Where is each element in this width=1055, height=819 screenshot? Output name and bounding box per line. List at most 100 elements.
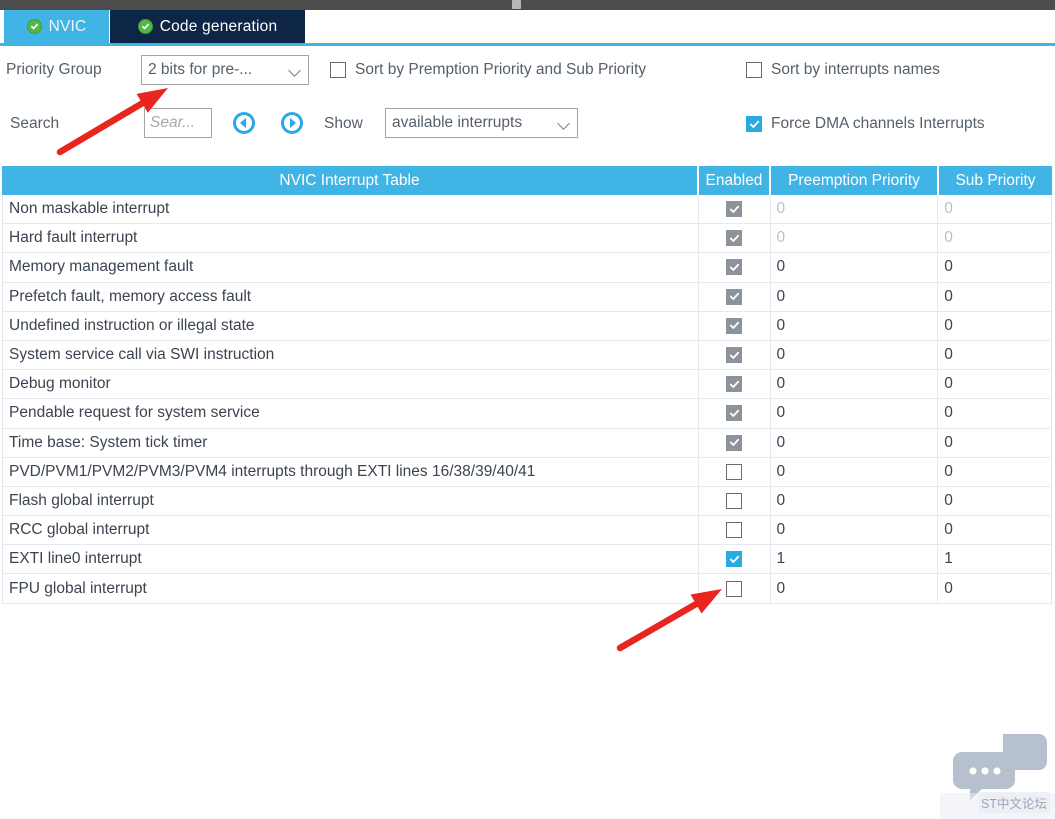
table-body: Non maskable interrupt 0 0 Hard fault inter… [2,195,1052,604]
column-header-enabled[interactable]: Enabled [699,166,771,195]
row-preemption-priority[interactable]: 0 [771,282,939,311]
row-interrupt-name: Pendable request for system service [3,399,699,428]
checkbox-box-icon [726,492,743,509]
row-sub-priority[interactable]: 0 [938,399,1051,427]
chevron-down-icon [558,119,571,127]
row-sub-priority[interactable]: 0 [938,429,1051,457]
sort-by-preemption-label: Sort by Premption Priority and Sub Prior… [355,61,647,78]
row-sub-priority[interactable]: 0 [938,574,1051,602]
tab-nvic-label: NVIC [48,17,87,35]
row-preemption-priority[interactable]: 1 [770,545,939,574]
row-sub-priority[interactable]: 0 [938,341,1051,369]
tab-code-generation-label: Code generation [159,17,278,35]
row-preemption-priority[interactable]: 0 [771,428,939,457]
chevron-right-circle-icon [284,115,300,131]
checkbox-box-icon [746,62,762,78]
sort-by-preemption-checkbox[interactable]: Sort by Premption Priority and Sub Prior… [330,61,646,79]
table-row[interactable]: FPU global interrupt 0 0 [3,574,1051,604]
table-row[interactable]: Prefetch fault, memory access fault 0 0 [3,282,1051,312]
search-prev-button[interactable] [233,112,255,134]
row-preemption-priority[interactable]: 0 [771,195,939,224]
row-preemption-priority[interactable]: 0 [771,457,939,486]
table-header-row: NVIC Interrupt Table Enabled Preemption … [2,166,1052,195]
checkbox-box-icon [726,201,743,218]
column-header-name[interactable]: NVIC Interrupt Table [2,166,699,195]
watermark-text: ST中文论坛 [978,792,1050,813]
checkbox-box-icon [726,230,743,247]
checkbox-box-icon [726,259,743,276]
row-sub-priority[interactable]: 0 [938,458,1051,486]
row-enabled-checkbox[interactable] [699,428,771,457]
search-next-button[interactable] [281,112,303,134]
row-enabled-checkbox[interactable] [699,370,771,399]
column-header-preemption-priority[interactable]: Preemption Priority [771,166,939,195]
table-row[interactable]: Non maskable interrupt 0 0 [3,195,1051,225]
row-sub-priority[interactable]: 0 [938,224,1051,252]
priority-group-select[interactable]: 2 bits for pre-... [141,55,309,85]
row-interrupt-name: Memory management fault [3,253,699,282]
row-preemption-priority[interactable]: 0 [771,253,939,282]
row-interrupt-name: Flash global interrupt [3,486,699,516]
row-interrupt-name: Hard fault interrupt [3,224,699,253]
row-sub-priority[interactable]: 1 [938,545,1051,574]
priority-group-value: 2 bits for pre-... [148,61,253,78]
row-enabled-checkbox[interactable] [699,486,771,516]
check-circle-icon [26,19,42,34]
table-row[interactable]: Hard fault interrupt 0 0 [3,224,1051,254]
table-row[interactable]: Time base: System tick timer 0 0 [3,428,1051,458]
tab-code-generation[interactable]: Code generation [110,10,305,43]
row-interrupt-name: FPU global interrupt [3,574,699,603]
row-enabled-checkbox[interactable] [699,340,771,370]
row-enabled-checkbox[interactable] [699,574,771,603]
row-enabled-checkbox[interactable] [699,224,771,253]
search-input[interactable]: Sear... [144,108,212,138]
row-enabled-checkbox[interactable] [699,311,771,340]
checkbox-box-icon [726,580,743,597]
checkbox-box-icon [726,376,743,393]
row-preemption-priority[interactable]: 0 [771,574,939,603]
column-header-sub-priority[interactable]: Sub Priority [939,166,1052,195]
force-dma-channels-label: Force DMA channels Interrupts [771,115,985,132]
force-dma-channels-checkbox[interactable]: Force DMA channels Interrupts [746,115,985,133]
row-enabled-checkbox[interactable] [699,457,771,486]
checkbox-box-icon [726,434,743,451]
table-row[interactable]: Debug monitor 0 0 [3,370,1051,400]
table-row[interactable]: Undefined instruction or illegal state 0 0 [3,311,1051,341]
row-sub-priority[interactable]: 0 [938,195,1051,223]
row-enabled-checkbox[interactable] [698,545,771,574]
row-enabled-checkbox[interactable] [699,282,771,311]
row-enabled-checkbox[interactable] [699,399,771,428]
row-preemption-priority[interactable]: 0 [771,224,939,253]
table-row[interactable]: Memory management fault 0 0 [3,253,1051,283]
row-preemption-priority[interactable]: 0 [771,340,939,370]
table-row[interactable]: Flash global interrupt 0 0 [3,486,1051,517]
sort-by-interrupt-names-checkbox[interactable]: Sort by interrupts names [746,61,940,79]
tab-nvic[interactable]: NVIC [4,10,109,43]
row-preemption-priority[interactable]: 0 [771,516,939,545]
row-interrupt-name: PVD/PVM1/PVM2/PVM3/PVM4 interrupts throu… [3,457,699,486]
table-row[interactable]: EXTI line0 interrupt 1 1 [3,545,1051,575]
nvic-toolbar: Priority Group 2 bits for pre-... Sort b… [0,46,1055,154]
row-preemption-priority[interactable]: 0 [771,486,939,516]
row-sub-priority[interactable]: 0 [938,516,1051,544]
show-filter-select[interactable]: available interrupts [385,108,578,138]
checkbox-box-icon [726,405,743,422]
row-enabled-checkbox[interactable] [699,516,771,545]
row-sub-priority[interactable]: 0 [938,370,1051,398]
row-sub-priority[interactable]: 0 [938,283,1051,311]
table-row[interactable]: Pendable request for system service 0 0 [3,399,1051,429]
row-preemption-priority[interactable]: 0 [771,399,939,428]
row-enabled-checkbox[interactable] [699,195,771,224]
row-preemption-priority[interactable]: 0 [771,311,939,340]
table-row[interactable]: RCC global interrupt 0 0 [3,516,1051,546]
search-label: Search [10,115,60,132]
row-sub-priority[interactable]: 0 [938,487,1051,515]
tab-strip: NVIC Code generation [0,10,1055,43]
table-row[interactable]: PVD/PVM1/PVM2/PVM3/PVM4 interrupts throu… [3,457,1051,487]
row-preemption-priority[interactable]: 0 [771,370,939,399]
table-row[interactable]: System service call via SWI instruction 0… [3,340,1051,371]
row-sub-priority[interactable]: 0 [938,312,1051,340]
row-sub-priority[interactable]: 0 [938,253,1051,281]
row-interrupt-name: Debug monitor [3,370,699,399]
row-enabled-checkbox[interactable] [699,253,771,282]
